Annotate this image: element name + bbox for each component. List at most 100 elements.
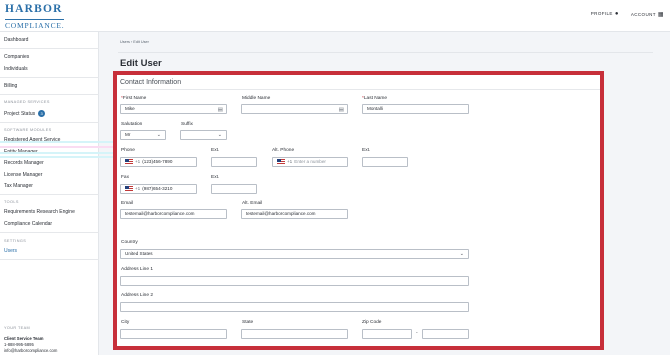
alt-phone-label: Alt. Phone (272, 148, 295, 153)
zip-code-label: Zip Code (362, 320, 382, 325)
section-divider (120, 89, 600, 90)
chevron-down-icon: ⌄ (156, 132, 161, 138)
fax-field[interactable]: +1 (987)654-3210 (120, 184, 197, 194)
phone-ext-label: Ext. (211, 148, 220, 153)
fax-ext-field[interactable] (211, 184, 257, 194)
top-bar: HARBOR COMPLIANCE. PROFILE ● ACCOUNT ▦ (0, 0, 670, 32)
contact-card-icon: ▤ (217, 107, 223, 113)
first-name-field[interactable]: Mike ▤ (120, 104, 227, 114)
fax-ext-label: Ext. (211, 175, 220, 180)
zip-plus-four-field[interactable] (422, 329, 469, 339)
project-status-badge: 3 (38, 110, 46, 117)
chevron-down-icon: ⌄ (217, 132, 222, 138)
address-line-1-label: Address Line 1 (121, 267, 153, 272)
middle-name-field[interactable]: ▤ (241, 104, 348, 114)
fax-label: Fax (121, 175, 129, 180)
grid-icon: ▦ (657, 12, 664, 18)
sidebar-item-license-manager[interactable]: License Manager (4, 172, 42, 178)
first-name-label-text: First Name (122, 96, 147, 101)
us-flag-icon (125, 159, 133, 165)
profile-menu[interactable]: PROFILE ● (591, 11, 619, 18)
address-line-2-label: Address Line 2 (121, 293, 153, 298)
alt-email-field[interactable]: testemail@harborcompliance.com (241, 209, 348, 219)
phone-country-code: +1 (135, 159, 141, 164)
salutation-select[interactable]: Mr ⌄ (120, 130, 166, 140)
sidebar-item-companies[interactable]: Companies (4, 54, 29, 60)
alt-phone-ext-label: Ext. (362, 148, 371, 153)
middle-name-label: Middle Name (242, 96, 271, 101)
suffix-label: Suffix (181, 122, 193, 127)
page-title: Edit User (120, 58, 162, 69)
first-name-label: *First Name (121, 96, 146, 101)
city-field[interactable] (120, 329, 227, 339)
contact-card-icon: ▤ (338, 107, 344, 113)
team-name: Client Service Team (4, 336, 44, 341)
alt-email-value: testemail@harborcompliance.com (246, 211, 316, 216)
zip-dash: - (416, 330, 418, 336)
sidebar-heading-settings: SETTINGS (4, 239, 27, 243)
alt-phone-placeholder: Enter a number (294, 159, 326, 164)
sidebar-item-billing[interactable]: Billing (4, 83, 17, 89)
sidebar-item-project-status[interactable]: Project Status 3 (4, 110, 46, 117)
zip-code-field[interactable] (362, 329, 412, 339)
sidebar-item-dashboard[interactable]: Dashboard (4, 37, 28, 43)
email-value: testemail@harborcompliance.com (125, 211, 195, 216)
sidebar-item-records-manager[interactable]: Records Manager (4, 160, 44, 166)
address-line-2-field[interactable] (120, 302, 469, 312)
state-label: State (242, 320, 254, 325)
salutation-value: Mr (125, 132, 131, 137)
sidebar-item-label: Project Status (4, 110, 36, 117)
phone-field[interactable]: +1 (123)456-7890 (120, 157, 197, 167)
team-phone[interactable]: 1-888-995-5895 (4, 342, 34, 347)
phone-label: Phone (121, 148, 135, 153)
email-label: Email (121, 201, 133, 206)
sidebar-divider (0, 232, 99, 233)
fax-value: (987)654-3210 (142, 186, 173, 191)
person-icon: ● (614, 11, 619, 17)
header-divider (118, 52, 653, 53)
suffix-select[interactable]: ⌄ (180, 130, 227, 140)
account-label: ACCOUNT (630, 12, 656, 17)
sidebar-divider (0, 122, 99, 123)
logo-text-top: HARBOR (5, 3, 63, 15)
sidebar-heading-software-modules: SOFTWARE MODULES (4, 128, 52, 132)
salutation-label: Salutation (121, 122, 143, 127)
sidebar-item-compliance-calendar[interactable]: Compliance Calendar (4, 221, 52, 227)
alt-phone-field[interactable]: +1 Enter a number (272, 157, 348, 167)
address-line-1-field[interactable] (120, 276, 469, 286)
city-label: City (121, 320, 130, 325)
alt-phone-ext-field[interactable] (362, 157, 408, 167)
account-menu[interactable]: ACCOUNT ▦ (631, 11, 664, 18)
last-name-label: *Last Name (362, 96, 387, 101)
last-name-field[interactable]: Montalli (362, 104, 469, 114)
section-title: Contact Information (120, 79, 182, 86)
phone-ext-field[interactable] (211, 157, 257, 167)
country-select[interactable]: United States ⌄ (120, 249, 469, 259)
last-name-label-text: Last Name (363, 96, 388, 101)
sidebar-divider (0, 94, 99, 95)
sidebar-item-tax-manager[interactable]: Tax Manager (4, 183, 33, 189)
logo-text-bottom: COMPLIANCE. (5, 19, 65, 30)
team-email[interactable]: info@harborcompliance.com (4, 348, 57, 353)
breadcrumb[interactable]: Users › Edit User (120, 40, 149, 44)
country-value: United States (125, 251, 153, 256)
chevron-down-icon: ⌄ (459, 251, 464, 257)
state-select[interactable] (241, 329, 348, 339)
sidebar-divider (0, 194, 99, 195)
us-flag-icon (125, 186, 133, 192)
alt-phone-country-code: +1 (287, 159, 293, 164)
sidebar-divider (0, 259, 99, 260)
sidebar-divider (0, 77, 99, 78)
sidebar-item-requirements-engine[interactable]: Requirements Research Engine (4, 209, 75, 215)
sidebar-item-individuals[interactable]: Individuals (4, 66, 28, 72)
sidebar-heading-your-team: YOUR TEAM (4, 326, 31, 330)
first-name-value: Mike (125, 106, 135, 111)
harbor-logo[interactable]: HARBOR COMPLIANCE. (5, 3, 65, 33)
email-field[interactable]: testemail@harborcompliance.com (120, 209, 227, 219)
sidebar-divider (0, 48, 99, 49)
sidebar: Dashboard Companies Individuals Billing … (0, 32, 99, 355)
us-flag-icon (277, 159, 285, 165)
alt-email-label: Alt. Email (242, 201, 263, 206)
country-label: Country (121, 240, 138, 245)
sidebar-item-users[interactable]: Users (4, 248, 17, 254)
